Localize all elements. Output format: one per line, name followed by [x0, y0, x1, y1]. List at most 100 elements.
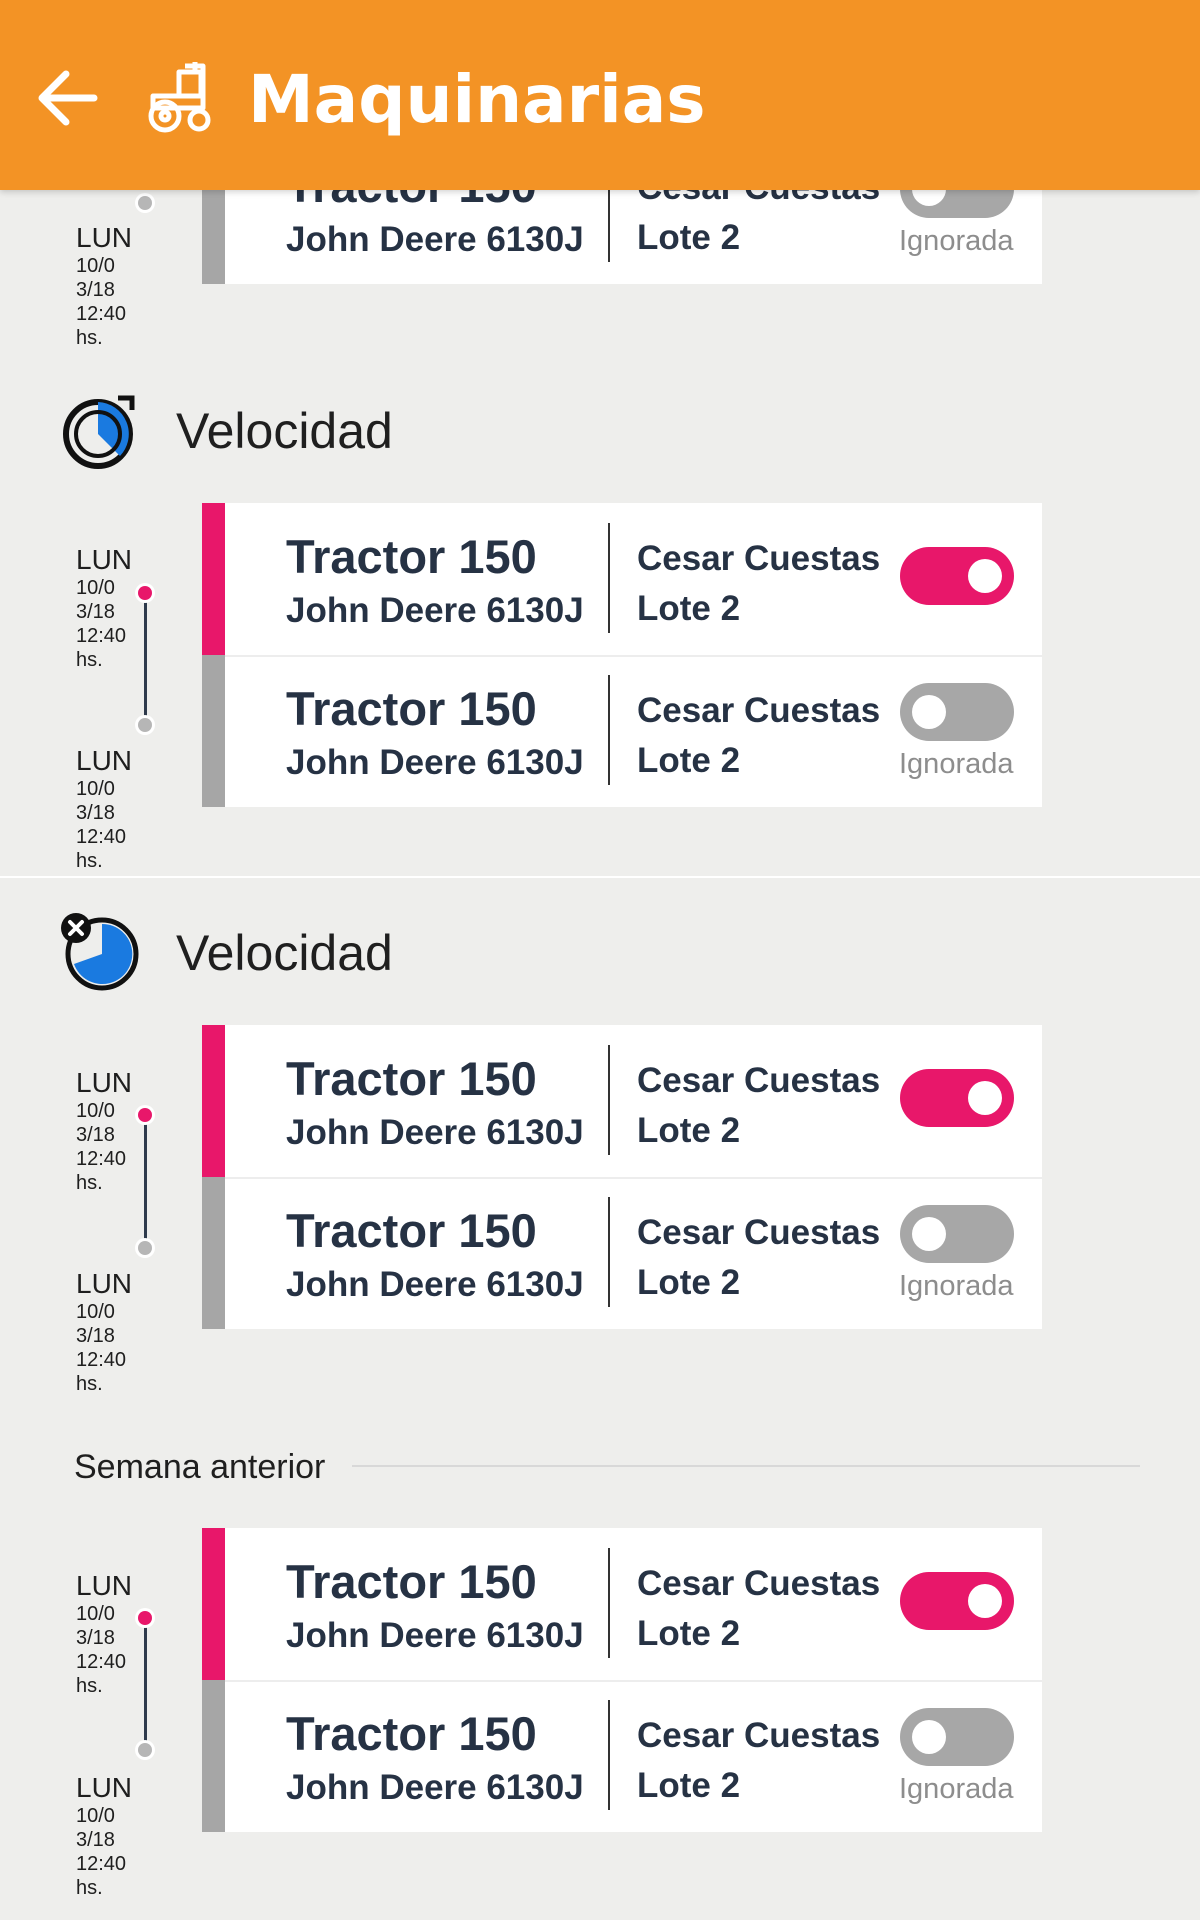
timeline-dot	[138, 1241, 152, 1255]
timestamp: LUN 10/0 3/18 12:40 hs.	[76, 1772, 156, 1900]
timeline-dot	[138, 586, 152, 600]
week-label: Semana anterior	[74, 1448, 326, 1486]
divider	[225, 1177, 1042, 1179]
divider	[608, 675, 610, 785]
day-label: LUN	[76, 745, 133, 776]
day-label: LUN	[76, 544, 133, 575]
section-title: Velocidad	[176, 925, 393, 981]
section-divider	[0, 876, 1200, 878]
time-label: 12:40	[76, 1853, 127, 1875]
lot-name: Lote 2	[637, 589, 741, 628]
alert-card[interactable]: Tractor 150 John Deere 6130J Cesar Cuest…	[202, 1528, 1042, 1680]
time-suffix: hs.	[76, 327, 103, 349]
alert-toggle[interactable]	[900, 1205, 1014, 1263]
ignored-label: Ignorada	[899, 1270, 1014, 1302]
lot-name: Lote 2	[637, 1111, 741, 1150]
operator-name: Cesar Cuestas	[637, 1213, 881, 1252]
date-label: 3/18	[76, 802, 115, 824]
date-label: 3/18	[76, 279, 115, 301]
divider	[608, 1045, 610, 1155]
ignored-label: Ignorada	[899, 225, 1014, 257]
divider	[225, 1680, 1042, 1682]
alert-toggle[interactable]	[900, 683, 1014, 741]
lot-name: Lote 2	[637, 741, 741, 780]
timeline-dot	[138, 196, 152, 210]
tractor-model: John Deere 6130J	[286, 220, 584, 259]
date-label: 10/0	[76, 1805, 115, 1827]
lot-name: Lote 2	[637, 1766, 741, 1805]
app-bar: Maquinarias	[0, 0, 1200, 190]
operator-name: Cesar Cuestas	[637, 1061, 881, 1100]
operator-name: Cesar Cuestas	[637, 1564, 881, 1603]
section-title: Velocidad	[176, 403, 393, 459]
toggle-knob	[912, 695, 946, 729]
date-label: 10/0	[76, 1301, 115, 1323]
lot-name: Lote 2	[637, 1263, 741, 1302]
speed-gauge-cancelled-icon	[61, 913, 139, 991]
page-title: Maquinarias	[248, 61, 706, 138]
week-divider	[352, 1465, 1140, 1467]
alert-card[interactable]: Tractor 150 John Deere 6130J Cesar Cuest…	[202, 503, 1042, 655]
alert-card[interactable]: Tractor 150 John Deere 6130J Cesar Cuest…	[202, 1025, 1042, 1177]
operator-name: Cesar Cuestas	[637, 1716, 881, 1755]
toggle-knob	[968, 1081, 1002, 1115]
status-bar	[202, 1025, 225, 1177]
alert-card[interactable]: Tractor 150 John Deere 6130J Cesar Cuest…	[202, 1177, 1042, 1329]
toggle-knob	[968, 1584, 1002, 1618]
date-label: 3/18	[76, 1829, 115, 1851]
time-suffix: hs.	[76, 1877, 103, 1899]
timeline-dot	[138, 1743, 152, 1757]
timeline-dot	[138, 1108, 152, 1122]
divider	[608, 523, 610, 633]
status-bar	[202, 1680, 225, 1832]
time-label: 12:40	[76, 1349, 127, 1371]
tractor-name: Tractor 150	[286, 1052, 537, 1105]
day-label: LUN	[76, 1268, 133, 1299]
tractor-model: John Deere 6130J	[286, 1616, 584, 1655]
alert-toggle[interactable]	[900, 1572, 1014, 1630]
timeline-line	[144, 594, 147, 724]
date-label: 10/0	[76, 778, 115, 800]
timeline-dot	[138, 1611, 152, 1625]
date-label: 3/18	[76, 1325, 115, 1347]
time-suffix: hs.	[76, 1373, 103, 1395]
alert-card[interactable]: Tractor 150 John Deere 6130J Cesar Cuest…	[202, 1680, 1042, 1832]
ignored-label: Ignorada	[899, 748, 1014, 780]
arrow-left-icon[interactable]	[28, 58, 108, 138]
lot-name: Lote 2	[637, 218, 741, 257]
operator-name: Cesar Cuestas	[637, 539, 881, 578]
date-label: 10/0	[76, 255, 115, 277]
tractor-name: Tractor 150	[286, 1204, 537, 1257]
timestamp: LUN 10/0 3/18 12:40 hs.	[76, 222, 156, 350]
alert-toggle[interactable]	[900, 547, 1014, 605]
status-bar	[202, 1177, 225, 1329]
status-bar	[202, 503, 225, 655]
tractor-name: Tractor 150	[286, 1555, 537, 1608]
tractor-model: John Deere 6130J	[286, 1113, 584, 1152]
toggle-knob	[912, 1720, 946, 1754]
speed-gauge-icon	[63, 395, 135, 469]
divider	[608, 1548, 610, 1658]
timestamp: LUN 10/0 3/18 12:40 hs.	[76, 745, 156, 873]
ignored-label: Ignorada	[899, 1773, 1014, 1805]
tractor-model: John Deere 6130J	[286, 1768, 584, 1807]
tractor-name: Tractor 150	[286, 530, 537, 583]
status-bar	[202, 1528, 225, 1680]
tractor-name: Tractor 150	[286, 1707, 537, 1760]
divider	[608, 1197, 610, 1307]
alert-toggle[interactable]	[900, 1069, 1014, 1127]
day-label: LUN	[76, 1772, 133, 1803]
alert-card[interactable]: Tractor 150 John Deere 6130J Cesar Cuest…	[202, 655, 1042, 807]
timeline-dot	[138, 718, 152, 732]
divider	[608, 1700, 610, 1810]
operator-name: Cesar Cuestas	[637, 691, 881, 730]
toggle-knob	[968, 559, 1002, 593]
day-label: LUN	[76, 1570, 133, 1601]
timeline-line	[144, 1117, 147, 1247]
time-suffix: hs.	[76, 850, 103, 872]
tractor-model: John Deere 6130J	[286, 743, 584, 782]
tractor-icon	[148, 62, 211, 133]
alert-toggle[interactable]	[900, 1708, 1014, 1766]
tractor-name: Tractor 150	[286, 682, 537, 735]
day-label: LUN	[76, 1067, 133, 1098]
